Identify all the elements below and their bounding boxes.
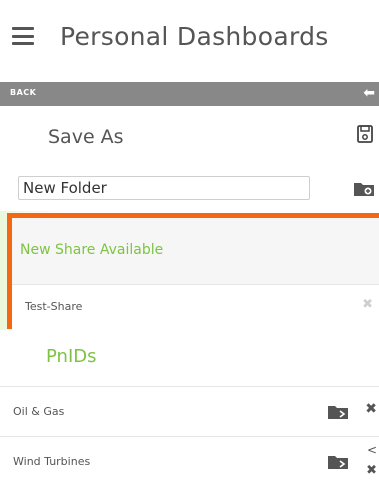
back-label: BACK xyxy=(10,88,37,97)
share-icon[interactable]: < xyxy=(367,443,377,457)
close-icon[interactable]: ✖ xyxy=(362,297,373,312)
list-item[interactable]: Wind Turbines < ✖ xyxy=(0,436,379,487)
close-icon[interactable]: ✖ xyxy=(365,401,377,417)
close-icon[interactable]: ✖ xyxy=(366,463,377,478)
arrow-left-icon: ⬅ xyxy=(363,85,375,101)
new-share-header: New Share Available xyxy=(12,218,379,284)
pnids-label: PnIDs xyxy=(46,346,97,367)
page-title: Personal Dashboards xyxy=(60,22,329,51)
list-item-label: Oil & Gas xyxy=(13,405,65,418)
list-item-label: Wind Turbines xyxy=(13,455,91,468)
menu-icon[interactable] xyxy=(12,27,34,45)
share-item[interactable]: Test-Share ✖ xyxy=(12,284,379,330)
pnids-section-header[interactable]: PnIDs xyxy=(0,330,379,386)
list-item[interactable]: Oil & Gas ✖ xyxy=(0,386,379,437)
new-share-panel: New Share Available Test-Share ✖ xyxy=(7,213,379,330)
new-folder-input[interactable] xyxy=(18,176,310,200)
folder-share-icon[interactable] xyxy=(327,454,349,470)
save-icon[interactable] xyxy=(357,125,373,143)
save-as-label: Save As xyxy=(48,126,124,148)
add-folder-icon[interactable] xyxy=(353,181,375,197)
folder-share-icon[interactable] xyxy=(327,404,349,420)
new-folder-row xyxy=(0,168,379,211)
app-header: Personal Dashboards xyxy=(0,0,379,82)
save-as-row[interactable]: Save As xyxy=(0,106,379,169)
new-share-label: New Share Available xyxy=(20,242,164,258)
back-button[interactable]: BACK ⬅ xyxy=(0,82,379,106)
share-item-label: Test-Share xyxy=(25,300,83,313)
